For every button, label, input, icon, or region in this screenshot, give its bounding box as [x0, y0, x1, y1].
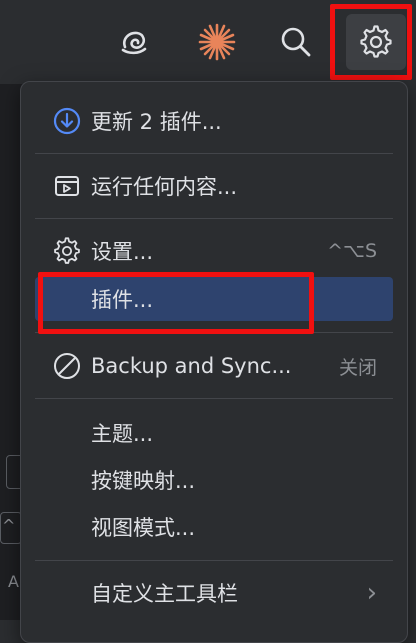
gear-icon: [51, 235, 83, 267]
menu-separator: [35, 560, 393, 561]
settings-shortcut: ^⌥S: [327, 240, 377, 262]
menu-item-keymap[interactable]: 按键映射...: [35, 458, 393, 502]
editor-caret-text: ^: [2, 516, 16, 535]
menu-item-view-mode[interactable]: 视图模式...: [35, 505, 393, 549]
menu-item-settings[interactable]: 设置... ^⌥S: [35, 229, 393, 273]
menu-item-label: 更新 2 插件...: [91, 110, 222, 134]
menu-item-theme[interactable]: 主题...: [35, 411, 393, 455]
menu-item-label: 视图模式...: [91, 516, 196, 540]
settings-dropdown-menu: 更新 2 插件... 运行任何内容... 设置... ^⌥S 插件... Bac…: [20, 81, 408, 643]
menu-item-customize-toolbar[interactable]: 自定义主工具栏 ›: [35, 571, 393, 615]
menu-separator: [35, 153, 393, 154]
menu-separator: [35, 218, 393, 219]
menu-item-update-plugins[interactable]: 更新 2 插件...: [35, 99, 393, 143]
menu-item-label: Backup and Sync...: [91, 354, 292, 378]
run-anything-icon: [51, 170, 83, 202]
menu-item-label: 运行任何内容...: [91, 175, 238, 199]
menu-item-label: 设置...: [91, 240, 154, 264]
menu-item-plugins[interactable]: 插件...: [35, 277, 393, 321]
search-icon[interactable]: [274, 14, 318, 70]
menu-item-backup-sync[interactable]: Backup and Sync... 关闭: [35, 344, 393, 388]
chevron-right-icon: ›: [366, 578, 377, 608]
editor-letter-text: A: [8, 572, 19, 591]
gear-icon[interactable]: [346, 14, 406, 70]
menu-item-label: 主题...: [91, 422, 154, 446]
copilot-spiral-icon[interactable]: [112, 14, 156, 70]
menu-separator: [35, 398, 393, 399]
menu-item-run-anything[interactable]: 运行任何内容...: [35, 164, 393, 208]
main-toolbar: [0, 0, 416, 84]
menu-item-label: 自定义主工具栏: [91, 582, 238, 606]
menu-separator: [35, 332, 393, 333]
download-circle-icon: [51, 105, 83, 137]
ai-assistant-sparkle-icon[interactable]: [195, 14, 239, 70]
disabled-circle-icon: [51, 350, 83, 382]
menu-item-label: 插件...: [91, 288, 154, 312]
backup-sync-status: 关闭: [338, 356, 377, 379]
menu-item-label: 按键映射...: [91, 469, 196, 493]
